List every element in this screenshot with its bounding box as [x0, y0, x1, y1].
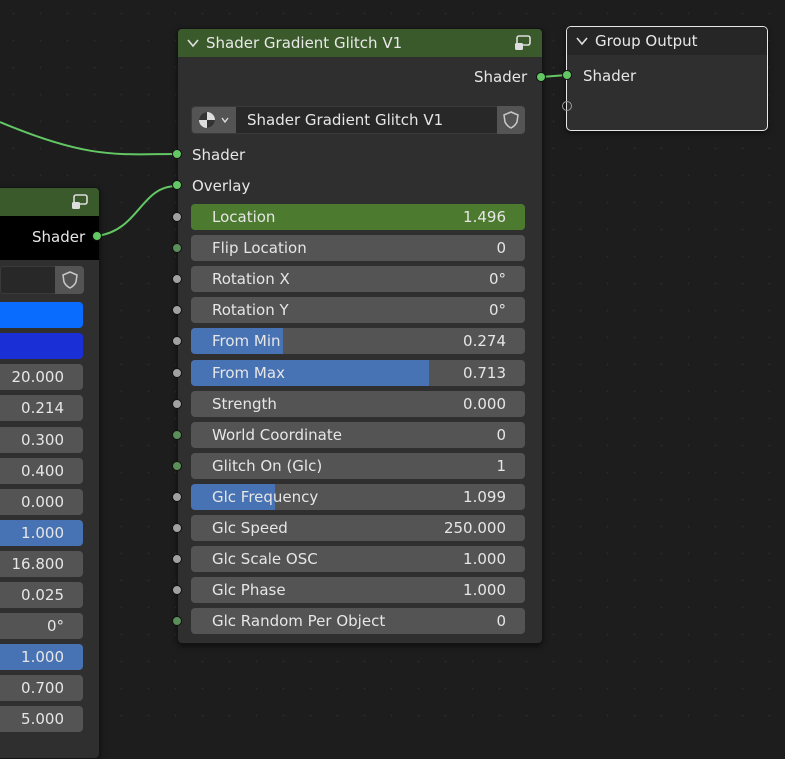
param-socket[interactable] [172, 243, 182, 253]
param-field[interactable]: Glc Phase 1.000 [191, 577, 525, 603]
param-socket[interactable] [172, 368, 182, 378]
material-sphere-icon [199, 112, 215, 128]
shader-node-output-label: Shader [474, 68, 528, 86]
param-value: 0.713 [463, 364, 506, 382]
left-color-field-b[interactable] [0, 333, 83, 359]
param-socket[interactable] [172, 336, 182, 346]
left-value-field[interactable]: 0.700 [0, 675, 83, 701]
param-label: Glc Scale OSC [212, 550, 318, 568]
datablock-name[interactable]: Shader Gradient Glitch V1 [247, 111, 443, 129]
param-value: 250.000 [443, 519, 506, 537]
param-label: From Max [212, 364, 285, 382]
param-label: Rotation Y [212, 301, 289, 319]
param-value: 1.496 [463, 208, 506, 226]
left-value-field[interactable]: 5.000 [0, 706, 83, 732]
param-value: 1.099 [463, 488, 506, 506]
param-field[interactable]: Rotation X 0° [191, 266, 525, 292]
param-value: 0.274 [463, 332, 506, 350]
left-node-header[interactable] [0, 188, 99, 216]
param-socket[interactable] [172, 461, 182, 471]
group-output-empty-socket[interactable] [562, 101, 572, 111]
shield-icon [503, 111, 519, 129]
left-value-field[interactable]: 0.300 [0, 427, 83, 453]
param-socket[interactable] [172, 274, 182, 284]
param-socket[interactable] [172, 616, 182, 626]
shader-node-output-socket[interactable] [536, 72, 546, 82]
param-label: World Coordinate [212, 426, 342, 444]
group-output-shader-socket[interactable] [562, 70, 572, 80]
param-field[interactable]: Glc Scale OSC 1.000 [191, 546, 525, 572]
left-value-field[interactable]: 1.000 [0, 520, 83, 546]
param-socket[interactable] [172, 212, 182, 222]
param-field[interactable]: Glc Speed 250.000 [191, 515, 525, 541]
shader-node-header[interactable]: Shader Gradient Glitch V1 [178, 29, 542, 57]
param-field[interactable]: Glc Frequency 1.099 [191, 484, 525, 510]
param-field[interactable]: Location 1.496 [191, 204, 525, 230]
left-node-output-label: Shader [32, 228, 86, 246]
param-socket[interactable] [172, 585, 182, 595]
left-value-field[interactable]: 0.400 [0, 458, 83, 484]
param-socket[interactable] [172, 399, 182, 409]
fake-user-button[interactable] [497, 106, 525, 134]
param-field[interactable]: From Max 0.713 [191, 360, 525, 386]
param-label: Glc Speed [212, 519, 288, 537]
param-field[interactable]: Rotation Y 0° [191, 297, 525, 323]
left-color-field-a[interactable] [0, 302, 83, 328]
material-selector[interactable] [192, 107, 236, 133]
param-value: 0 [496, 239, 506, 257]
param-label: From Min [212, 332, 281, 350]
param-field[interactable]: Glitch On (Glc) 1 [191, 453, 525, 479]
chevron-down-icon [221, 117, 229, 124]
param-label: Glc Phase [212, 581, 286, 599]
node-group-icon[interactable] [514, 34, 534, 52]
left-value-field[interactable]: 20.000 [0, 364, 83, 390]
param-socket[interactable] [172, 305, 182, 315]
param-field[interactable]: Glc Random Per Object 0 [191, 608, 525, 634]
param-value: 1 [496, 457, 506, 475]
param-field[interactable]: World Coordinate 0 [191, 422, 525, 448]
shader-input-label: Shader [192, 146, 246, 164]
param-label: Glitch On (Glc) [212, 457, 323, 475]
overlay-input-socket[interactable] [172, 180, 182, 190]
left-value-field[interactable]: 0° [0, 613, 83, 639]
left-node-output-socket[interactable] [92, 231, 102, 241]
group-output-shader-label: Shader [583, 67, 637, 85]
param-field[interactable]: Flip Location 0 [191, 235, 525, 261]
shield-icon [61, 271, 78, 289]
shader-node-title: Shader Gradient Glitch V1 [206, 34, 403, 52]
left-value-field[interactable]: 1.000 [0, 644, 83, 670]
param-value: 1.000 [463, 581, 506, 599]
node-group-icon[interactable] [71, 193, 91, 211]
param-value: 1.000 [463, 550, 506, 568]
param-socket[interactable] [172, 492, 182, 502]
chevron-down-icon[interactable] [575, 34, 589, 48]
left-value-field[interactable]: 0.000 [0, 489, 83, 515]
overlay-input-label: Overlay [192, 177, 251, 195]
shader-node-datablock[interactable]: Shader Gradient Glitch V1 [191, 106, 525, 134]
shader-input-socket[interactable] [172, 149, 182, 159]
param-socket[interactable] [172, 430, 182, 440]
chevron-down-icon[interactable] [186, 36, 200, 50]
param-value: 0° [488, 270, 506, 288]
left-fake-user-button[interactable] [55, 266, 84, 294]
param-socket[interactable] [172, 523, 182, 533]
param-label: Flip Location [212, 239, 307, 257]
param-value: 0° [488, 301, 506, 319]
param-field[interactable]: Strength 0.000 [191, 391, 525, 417]
param-label: Rotation X [212, 270, 290, 288]
group-output-title: Group Output [595, 32, 698, 50]
left-value-field[interactable]: 16.800 [0, 551, 83, 577]
param-field[interactable]: From Min 0.274 [191, 328, 525, 354]
group-output-header[interactable]: Group Output [567, 27, 767, 55]
param-value: 0 [496, 426, 506, 444]
param-label: Strength [212, 395, 277, 413]
param-label: Location [212, 208, 276, 226]
param-value: 0.000 [463, 395, 506, 413]
left-value-field[interactable]: 0.214 [0, 395, 83, 421]
param-socket[interactable] [172, 554, 182, 564]
left-value-field[interactable]: 0.025 [0, 582, 83, 608]
param-label: Glc Random Per Object [212, 612, 386, 630]
param-value: 0 [496, 612, 506, 630]
param-label: Glc Frequency [212, 488, 319, 506]
